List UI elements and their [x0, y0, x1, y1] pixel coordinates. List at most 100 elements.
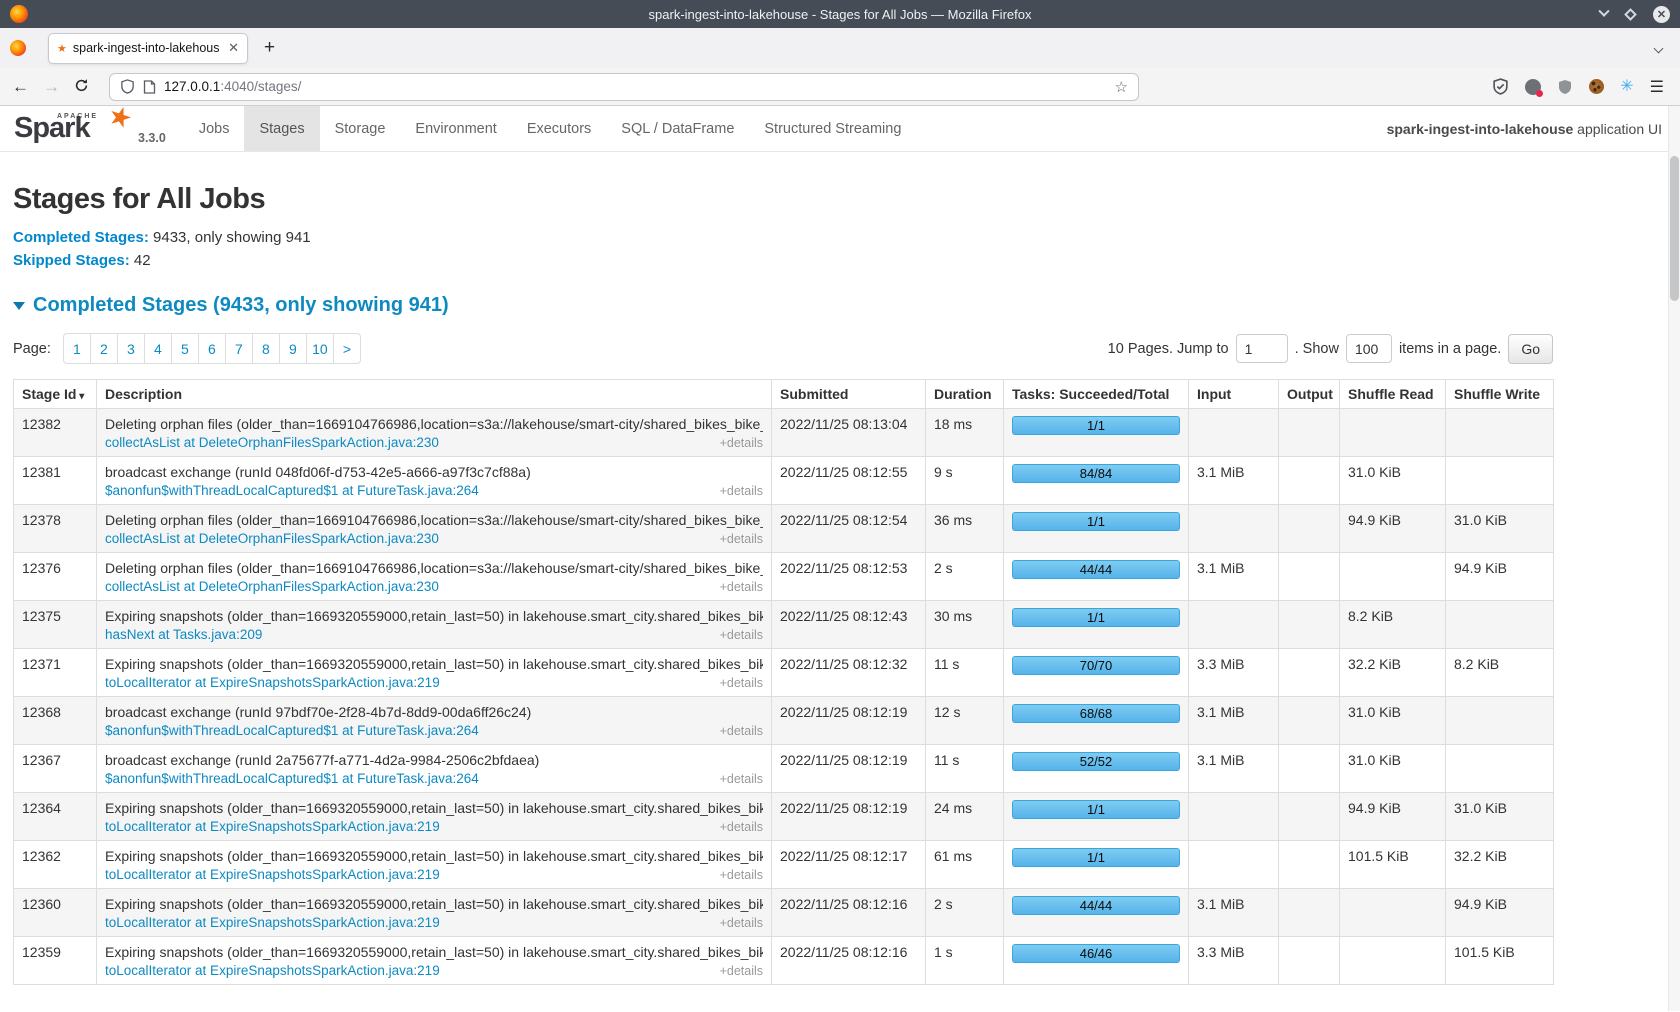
cell-submitted: 2022/11/25 08:12:53 [772, 553, 926, 601]
nav-item-stages[interactable]: Stages [244, 106, 319, 151]
cell-output [1279, 649, 1340, 697]
url-bar[interactable]: 127.0.0.1:4040/stages/ ☆ [109, 73, 1139, 101]
details-toggle[interactable]: +details [720, 484, 763, 498]
page-button-6[interactable]: 6 [198, 333, 226, 364]
details-toggle[interactable]: +details [720, 436, 763, 450]
nav-item-environment[interactable]: Environment [400, 106, 511, 151]
spark-logo[interactable]: APACHE Spark ★ [10, 106, 138, 151]
nav-item-jobs[interactable]: Jobs [184, 106, 245, 151]
page-button-3[interactable]: 3 [117, 333, 145, 364]
details-toggle[interactable]: +details [720, 964, 763, 978]
page-button-4[interactable]: 4 [144, 333, 172, 364]
details-toggle[interactable]: +details [720, 532, 763, 546]
stage-description-text: Expiring snapshots (older_than=166932055… [105, 848, 763, 864]
nav-item-structured-streaming[interactable]: Structured Streaming [749, 106, 916, 151]
column-header-input[interactable]: Input [1189, 380, 1279, 409]
column-header-description[interactable]: Description [97, 380, 772, 409]
jump-to-page-input[interactable] [1236, 334, 1288, 363]
column-header-submitted[interactable]: Submitted [772, 380, 926, 409]
stage-detail-link[interactable]: collectAsList at DeleteOrphanFilesSparkA… [105, 435, 439, 450]
cell-description: Deleting orphan files (older_than=166910… [97, 553, 772, 601]
shield-extension-icon[interactable] [1492, 78, 1509, 95]
skipped-stages-summary: Skipped Stages: 42 [13, 252, 1553, 269]
skipped-stages-label: Skipped Stages: [13, 252, 130, 269]
stage-detail-link[interactable]: toLocalIterator at ExpireSnapshotsSparkA… [105, 915, 440, 930]
tasks-progress-bar: 1/1 [1012, 848, 1180, 867]
stage-detail-link[interactable]: toLocalIterator at ExpireSnapshotsSparkA… [105, 867, 440, 882]
window-maximize-icon[interactable] [1624, 8, 1637, 21]
privacy-extension-icon[interactable] [1525, 79, 1541, 95]
cell-shuffle-read: 31.0 KiB [1340, 457, 1446, 505]
ublock-icon[interactable] [1557, 79, 1573, 95]
menu-icon[interactable]: ☰ [1650, 77, 1664, 97]
column-header-output[interactable]: Output [1279, 380, 1340, 409]
details-toggle[interactable]: +details [720, 772, 763, 786]
stage-detail-link[interactable]: $anonfun$withThreadLocalCaptured$1 at Fu… [105, 723, 479, 738]
page-button-9[interactable]: 9 [279, 333, 307, 364]
forward-button[interactable]: → [43, 78, 60, 95]
tracking-shield-icon[interactable] [120, 79, 135, 94]
page-button-8[interactable]: 8 [252, 333, 280, 364]
nav-item-sql-dataframe[interactable]: SQL / DataFrame [606, 106, 749, 151]
scrollbar-thumb[interactable] [1670, 156, 1679, 301]
stage-detail-link[interactable]: toLocalIterator at ExpireSnapshotsSparkA… [105, 963, 440, 978]
nav-item-storage[interactable]: Storage [320, 106, 401, 151]
cell-input: 3.1 MiB [1189, 745, 1279, 793]
page-button-7[interactable]: 7 [225, 333, 253, 364]
details-toggle[interactable]: +details [720, 916, 763, 930]
page-button-next[interactable]: > [333, 333, 361, 364]
tasks-progress-bar: 1/1 [1012, 512, 1180, 531]
page-button-1[interactable]: 1 [63, 333, 91, 364]
column-header-shuffle-write[interactable]: Shuffle Write [1446, 380, 1554, 409]
details-toggle[interactable]: +details [720, 628, 763, 642]
firefox-menu-icon[interactable] [10, 40, 26, 56]
cell-shuffle-write: 94.9 KiB [1446, 889, 1554, 937]
back-button[interactable]: ← [12, 78, 29, 95]
details-toggle[interactable]: +details [720, 820, 763, 834]
column-header-tasks-succeeded-total[interactable]: Tasks: Succeeded/Total [1004, 380, 1189, 409]
page-title: Stages for All Jobs [13, 183, 1553, 216]
tasks-progress-bar: 1/1 [1012, 416, 1180, 435]
cell-output [1279, 505, 1340, 553]
stage-detail-link[interactable]: hasNext at Tasks.java:209 [105, 627, 262, 642]
cookie-extension-icon[interactable] [1589, 79, 1604, 94]
details-toggle[interactable]: +details [720, 580, 763, 594]
cell-description: Expiring snapshots (older_than=166932055… [97, 649, 772, 697]
details-toggle[interactable]: +details [720, 724, 763, 738]
page-button-2[interactable]: 2 [90, 333, 118, 364]
stage-detail-link[interactable]: $anonfun$withThreadLocalCaptured$1 at Fu… [105, 771, 479, 786]
cell-shuffle-write: 31.0 KiB [1446, 793, 1554, 841]
page-info-icon[interactable] [143, 80, 156, 94]
stage-detail-link[interactable]: collectAsList at DeleteOrphanFilesSparkA… [105, 579, 439, 594]
stage-detail-link[interactable]: toLocalIterator at ExpireSnapshotsSparkA… [105, 819, 440, 834]
nav-item-executors[interactable]: Executors [512, 106, 606, 151]
column-header-stage-id[interactable]: Stage Id ▾ [14, 380, 97, 409]
bookmark-star-icon[interactable]: ☆ [1115, 78, 1128, 96]
window-minimize-icon[interactable] [1598, 6, 1609, 17]
cell-submitted: 2022/11/25 08:12:16 [772, 937, 926, 985]
completed-stages-section-header[interactable]: Completed Stages (9433, only showing 941… [13, 294, 1553, 317]
page-button-5[interactable]: 5 [171, 333, 199, 364]
details-toggle[interactable]: +details [720, 676, 763, 690]
column-header-duration[interactable]: Duration [926, 380, 1004, 409]
stage-detail-link[interactable]: toLocalIterator at ExpireSnapshotsSparkA… [105, 675, 440, 690]
details-toggle[interactable]: +details [720, 868, 763, 882]
reload-button[interactable] [74, 78, 89, 96]
show-text: . Show [1295, 341, 1339, 357]
asterisk-extension-icon[interactable]: ✳ [1620, 79, 1633, 95]
page-button-10[interactable]: 10 [306, 333, 334, 364]
items-per-page-input[interactable] [1346, 334, 1392, 363]
stage-detail-link[interactable]: $anonfun$withThreadLocalCaptured$1 at Fu… [105, 483, 479, 498]
page-scrollbar[interactable] [1668, 106, 1680, 1011]
tab-list-chevron-icon[interactable] [1655, 39, 1662, 57]
new-tab-button[interactable]: + [264, 37, 275, 59]
table-row: 12368broadcast exchange (runId 97bdf70e-… [14, 697, 1554, 745]
collapse-arrow-icon[interactable] [13, 302, 25, 310]
url-path: :4040/stages/ [220, 79, 301, 94]
stage-detail-link[interactable]: collectAsList at DeleteOrphanFilesSparkA… [105, 531, 439, 546]
go-button[interactable]: Go [1508, 334, 1553, 364]
tab-close-icon[interactable]: ✕ [228, 40, 239, 56]
browser-tab[interactable]: ★ spark-ingest-into-lakehous ✕ [48, 33, 248, 64]
window-close-icon[interactable]: ✕ [1653, 6, 1670, 23]
column-header-shuffle-read[interactable]: Shuffle Read [1340, 380, 1446, 409]
